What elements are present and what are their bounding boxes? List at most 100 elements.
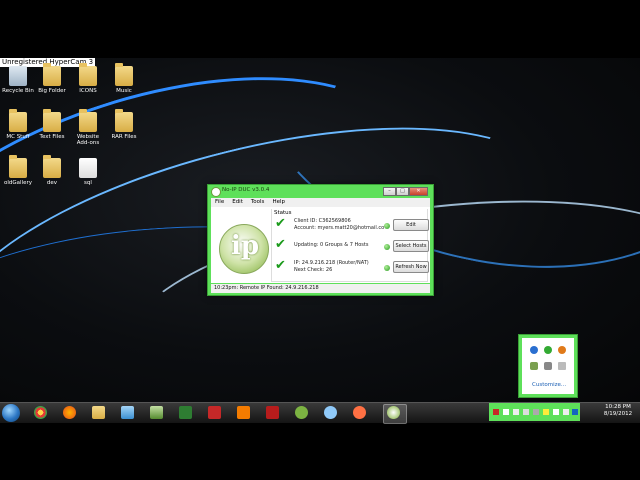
clock-time: 10:28 PM — [605, 404, 631, 410]
status-row-hosts: ✔ Updating: 0 Groups & 7 Hosts Select Ho… — [275, 237, 429, 256]
spotify-icon[interactable] — [237, 406, 250, 419]
desktop-icon-label: sql — [84, 180, 92, 186]
tray-power-icon[interactable] — [543, 409, 549, 415]
desktop-icon-big-folder[interactable]: Big Folder — [34, 63, 70, 94]
device-tray-icon[interactable] — [544, 362, 552, 370]
clock-date: 8/19/2012 — [603, 411, 633, 417]
desktop-icon-oldgallery[interactable]: oldGallery — [0, 155, 36, 186]
noip-duc-window: No-IP DUC v3.0.4 – □ ✕ File Edit Tools Help… — [207, 184, 434, 296]
desktop-icon-rar-files[interactable]: RAR Files — [106, 109, 142, 140]
client-info: Client ID: C362569806 Account: myers.mat… — [294, 218, 384, 231]
close-button[interactable]: ✕ — [409, 187, 428, 196]
noip-icon — [387, 406, 400, 419]
minimize-button[interactable]: – — [383, 187, 396, 196]
filezilla-icon[interactable] — [266, 406, 279, 419]
desktop-icon-label: RAR Files — [111, 134, 137, 140]
ip-info: IP: 24.9.216.218 (Router/NAT) Next Check… — [294, 260, 369, 273]
tray-overflow-panel: Customize... — [522, 338, 574, 394]
taskbar-clock[interactable]: 10:28 PM 8/19/2012 — [598, 404, 638, 418]
letterbox-top — [0, 0, 640, 58]
noip-tray-icon[interactable] — [544, 346, 552, 354]
letterbox-bottom — [0, 422, 640, 480]
folder-icon — [9, 109, 27, 132]
maximize-button[interactable]: □ — [396, 187, 409, 196]
tray-keyboard-icon[interactable] — [523, 409, 529, 415]
status-row-client: ✔ Client ID: C362569806 Account: myers.m… — [275, 216, 429, 235]
desktop-icon-label: Website Add-ons — [76, 134, 100, 146]
statusbar-text: 10:23pm: Remote IP Found: 24.9.216.218 — [214, 285, 319, 291]
menu-bar: File Edit Tools Help — [211, 198, 430, 207]
desktop-icon-sql[interactable]: sql — [70, 158, 106, 186]
flag-tray-icon[interactable] — [558, 362, 566, 370]
document-icon — [79, 158, 97, 178]
folder-icon — [43, 155, 61, 178]
desktop-icon-icons[interactable]: ICONS — [70, 63, 106, 94]
chrome-icon[interactable] — [34, 406, 47, 419]
player-icon[interactable] — [353, 406, 366, 419]
firefox-icon[interactable] — [63, 406, 76, 419]
menu-edit[interactable]: Edit — [232, 199, 243, 205]
app-icon[interactable] — [295, 406, 308, 419]
desktop-icon-label: ICONS — [79, 88, 97, 94]
window-title: No-IP DUC v3.0.4 — [222, 187, 270, 193]
next-check: Next Check: 26 — [294, 266, 333, 273]
folder-icon — [79, 63, 97, 86]
desktop-icon-dev[interactable]: dev — [34, 155, 70, 186]
tray-flag-icon[interactable] — [572, 409, 578, 415]
app-tray-icon[interactable] — [558, 346, 566, 354]
select-hosts-button[interactable]: Select Hosts — [393, 240, 429, 252]
network-icon[interactable] — [530, 346, 538, 354]
status-row-ip: ✔ IP: 24.9.216.218 (Router/NAT) Next Che… — [275, 259, 429, 277]
desktop-icon-website-add-ons[interactable]: Website Add-ons — [70, 109, 106, 146]
dreamweaver-icon[interactable] — [179, 406, 192, 419]
checkmark-icon: ✔ — [275, 216, 286, 231]
status-dot-icon — [384, 265, 390, 271]
tray-app-icon[interactable] — [493, 409, 499, 415]
desktop-icon-label: dev — [46, 180, 58, 186]
notepad-icon[interactable] — [150, 406, 163, 419]
menu-tools[interactable]: Tools — [251, 199, 265, 205]
checkmark-icon: ✔ — [275, 237, 286, 252]
folder-icon — [43, 63, 61, 86]
media-icon[interactable] — [324, 406, 337, 419]
start-button[interactable] — [2, 404, 20, 422]
refresh-now-button[interactable]: Refresh Now — [393, 261, 429, 273]
folder-icon — [115, 63, 133, 86]
tray-volume-icon[interactable] — [563, 409, 569, 415]
recycle-bin-icon — [9, 66, 27, 86]
network-app-icon[interactable] — [121, 406, 134, 419]
tray-monitor-icon[interactable] — [503, 409, 509, 415]
tray-device-icon[interactable] — [533, 409, 539, 415]
customize-link[interactable]: Customize... — [532, 382, 566, 388]
tray-overflow-popup: Customize... — [518, 334, 578, 398]
folder-icon — [115, 109, 133, 132]
desktop-icon-label: MC Stuff — [6, 134, 30, 140]
menu-help[interactable]: Help — [272, 199, 285, 205]
window-statusbar: 10:23pm: Remote IP Found: 24.9.216.218 — [211, 284, 430, 293]
tray-network-icon[interactable] — [553, 409, 559, 415]
window-client-area: ip Status ✔ Client ID: C362569806 Accoun… — [211, 207, 430, 283]
edit-button[interactable]: Edit — [393, 219, 429, 231]
desktop-icon-label: Text Files — [39, 134, 65, 140]
desktop-icon-text-files[interactable]: Text Files — [34, 109, 70, 140]
account: Account: myers.matt20@hotmail.co — [294, 224, 385, 231]
hosts-info: Updating: 0 Groups & 7 Hosts — [294, 242, 368, 249]
status-dot-icon — [384, 223, 390, 229]
updating-text: Updating: 0 Groups & 7 Hosts — [294, 242, 369, 248]
tool-icon[interactable] — [208, 406, 221, 419]
tray-window-icon[interactable] — [513, 409, 519, 415]
folder-icon — [9, 155, 27, 178]
menu-file[interactable]: File — [215, 199, 224, 205]
folder-icon — [43, 109, 61, 132]
status-dot-icon — [384, 244, 390, 250]
desktop-icon-label: Recycle Bin — [2, 88, 34, 94]
window-titlebar[interactable]: No-IP DUC v3.0.4 – □ ✕ — [208, 185, 433, 197]
desktop-icon-mc-stuff[interactable]: MC Stuff — [0, 109, 36, 140]
app-icon — [211, 187, 221, 197]
desktop-icon-music[interactable]: Music — [106, 63, 142, 94]
desktop-icon-recycle-bin[interactable]: Recycle Bin — [0, 66, 36, 94]
ip-address: IP: 24.9.216.218 (Router/NAT) — [294, 260, 369, 266]
explorer-icon[interactable] — [92, 406, 105, 419]
desktop-icon-label: Music — [116, 88, 132, 94]
utility-tray-icon[interactable] — [530, 362, 538, 370]
